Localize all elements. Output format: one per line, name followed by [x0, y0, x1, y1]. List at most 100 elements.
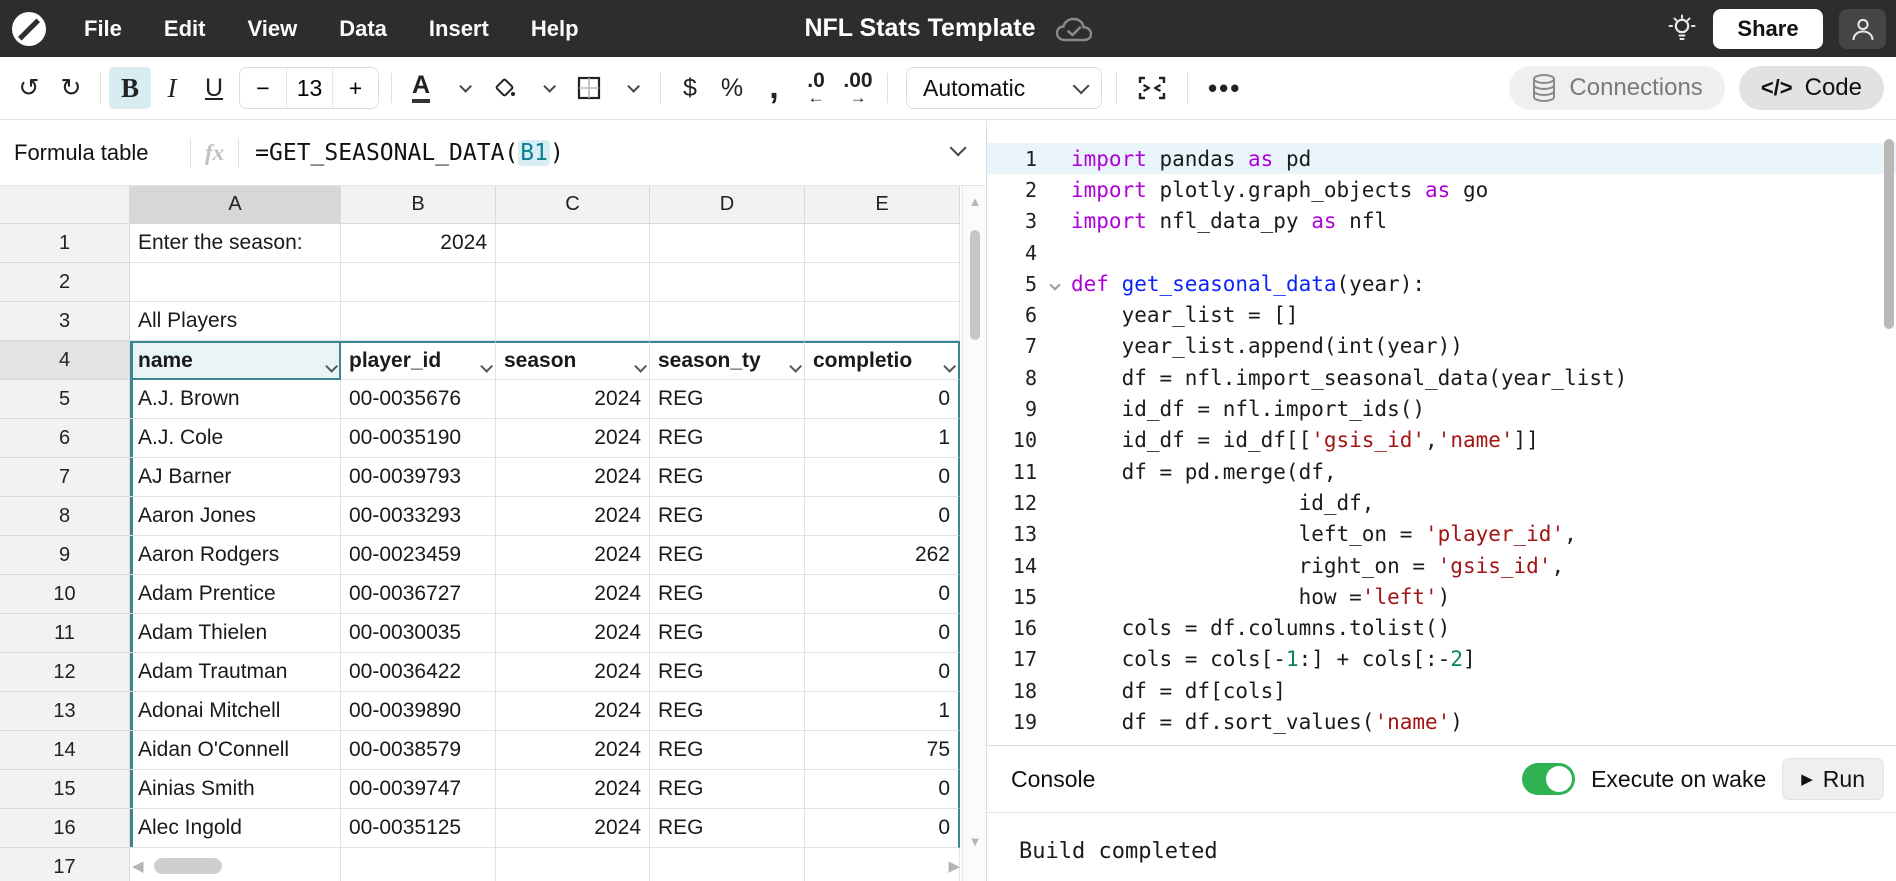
run-button[interactable]: ▶ Run [1782, 758, 1884, 800]
menu-item-file[interactable]: File [84, 16, 122, 42]
scroll-up-icon[interactable]: ▲ [963, 194, 987, 209]
vertical-scroll-thumb[interactable] [970, 230, 980, 340]
row-header-12[interactable]: 12 [0, 653, 130, 692]
cell-B5[interactable]: 00-0035676 [341, 380, 496, 419]
cell-A16[interactable]: Alec Ingold [130, 809, 341, 848]
cell-D14[interactable]: REG [650, 731, 805, 770]
cell-B1[interactable]: 2024 [341, 224, 496, 263]
row-header-8[interactable]: 8 [0, 497, 130, 536]
row-header-14[interactable]: 14 [0, 731, 130, 770]
code-line-5[interactable]: 5def get_seasonal_data(year): [987, 268, 1896, 299]
cell-A7[interactable]: AJ Barner [130, 458, 341, 497]
grid-corner[interactable] [0, 186, 130, 224]
code-line-11[interactable]: 11 df = pd.merge(df, [987, 456, 1896, 487]
column-dropdown-chevron-icon[interactable] [480, 355, 489, 379]
increase-decimals-button[interactable]: .00 → [837, 67, 879, 109]
cell-C8[interactable]: 2024 [496, 497, 650, 536]
cell-B2[interactable] [341, 263, 496, 302]
row-header-15[interactable]: 15 [0, 770, 130, 809]
cell-D1[interactable] [650, 224, 805, 263]
cell-E14[interactable]: 75 [805, 731, 960, 770]
connections-button[interactable]: Connections [1509, 66, 1724, 110]
cell-E2[interactable] [805, 263, 960, 302]
row-header-17[interactable]: 17 [0, 848, 130, 881]
comma-format-button[interactable]: , [753, 67, 795, 109]
cell-C9[interactable]: 2024 [496, 536, 650, 575]
row-header-1[interactable]: 1 [0, 224, 130, 263]
cell-A2[interactable] [130, 263, 341, 302]
cell-C4[interactable]: season [496, 341, 650, 380]
cell-A15[interactable]: Ainias Smith [130, 770, 341, 809]
cell-B9[interactable]: 00-0023459 [341, 536, 496, 575]
cell-C15[interactable]: 2024 [496, 770, 650, 809]
code-line-6[interactable]: 6 year_list = [] [987, 299, 1896, 330]
undo-button[interactable]: ↺ [8, 67, 50, 109]
bold-button[interactable]: B [109, 67, 151, 109]
cell-C2[interactable] [496, 263, 650, 302]
code-line-7[interactable]: 7 year_list.append(int(year)) [987, 331, 1896, 362]
cell-E9[interactable]: 262 [805, 536, 960, 575]
cell-D4[interactable]: season_ty [650, 341, 805, 380]
cell-B6[interactable]: 00-0035190 [341, 419, 496, 458]
row-header-11[interactable]: 11 [0, 614, 130, 653]
cell-E1[interactable] [805, 224, 960, 263]
cell-B7[interactable]: 00-0039793 [341, 458, 496, 497]
cell-D13[interactable]: REG [650, 692, 805, 731]
scroll-right-icon[interactable]: ▶ [948, 857, 960, 875]
cell-C7[interactable]: 2024 [496, 458, 650, 497]
fill-color-dropdown[interactable] [526, 67, 568, 109]
code-line-18[interactable]: 18 df = df[cols] [987, 675, 1896, 706]
row-header-10[interactable]: 10 [0, 575, 130, 614]
column-dropdown-chevron-icon[interactable] [789, 355, 798, 379]
row-header-9[interactable]: 9 [0, 536, 130, 575]
cell-E5[interactable]: 0 [805, 380, 960, 419]
cell-D2[interactable] [650, 263, 805, 302]
execute-on-wake-toggle[interactable] [1522, 763, 1575, 795]
cell-C10[interactable]: 2024 [496, 575, 650, 614]
cell-C5[interactable]: 2024 [496, 380, 650, 419]
cell-B3[interactable] [341, 302, 496, 341]
code-line-8[interactable]: 8 df = nfl.import_seasonal_data(year_lis… [987, 362, 1896, 393]
code-line-12[interactable]: 12 id_df, [987, 487, 1896, 518]
scroll-left-icon[interactable]: ◀ [132, 857, 144, 875]
column-header-C[interactable]: C [496, 186, 650, 224]
cell-B4[interactable]: player_id [341, 341, 496, 380]
cell-D7[interactable]: REG [650, 458, 805, 497]
cell-E13[interactable]: 1 [805, 692, 960, 731]
code-line-10[interactable]: 10 id_df = id_df[['gsis_id','name']] [987, 425, 1896, 456]
code-line-2[interactable]: 2import plotly.graph_objects as go [987, 174, 1896, 205]
cell-C1[interactable] [496, 224, 650, 263]
cell-A10[interactable]: Adam Prentice [130, 575, 341, 614]
cell-E12[interactable]: 0 [805, 653, 960, 692]
column-header-B[interactable]: B [341, 186, 496, 224]
code-line-4[interactable]: 4 [987, 237, 1896, 268]
cell-C11[interactable]: 2024 [496, 614, 650, 653]
cell-D10[interactable]: REG [650, 575, 805, 614]
cell-B16[interactable]: 00-0035125 [341, 809, 496, 848]
scroll-down-icon[interactable]: ▼ [963, 834, 987, 849]
cell-A11[interactable]: Adam Thielen [130, 614, 341, 653]
cell-E16[interactable]: 0 [805, 809, 960, 848]
cell-B10[interactable]: 00-0036727 [341, 575, 496, 614]
cell-E3[interactable] [805, 302, 960, 341]
row-header-7[interactable]: 7 [0, 458, 130, 497]
fill-color-button[interactable] [484, 67, 526, 109]
cell-D11[interactable]: REG [650, 614, 805, 653]
borders-dropdown[interactable] [610, 67, 652, 109]
code-line-3[interactable]: 3import nfl_data_py as nfl [987, 206, 1896, 237]
cell-A9[interactable]: Aaron Rodgers [130, 536, 341, 575]
text-color-dropdown[interactable] [442, 67, 484, 109]
formula-input[interactable]: =GET_SEASONAL_DATA(B1) [239, 140, 564, 166]
feedback-lightbulb-button[interactable] [1667, 14, 1697, 44]
code-line-9[interactable]: 9 id_df = nfl.import_ids() [987, 393, 1896, 424]
cell-A14[interactable]: Aidan O'Connell [130, 731, 341, 770]
cell-E15[interactable]: 0 [805, 770, 960, 809]
currency-format-button[interactable]: $ [669, 67, 711, 109]
column-dropdown-chevron-icon[interactable] [634, 355, 643, 379]
formula-expand-chevron-icon[interactable] [950, 139, 967, 156]
cell-D8[interactable]: REG [650, 497, 805, 536]
menu-item-data[interactable]: Data [339, 16, 387, 42]
cell-A4[interactable]: name [130, 341, 341, 380]
font-size-decrease-button[interactable]: − [240, 67, 286, 109]
cell-B12[interactable]: 00-0036422 [341, 653, 496, 692]
